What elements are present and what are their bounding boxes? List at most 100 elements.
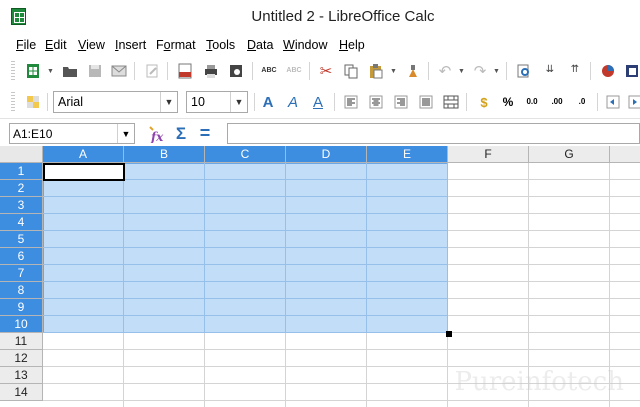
toolbar-grip[interactable] [11, 61, 15, 81]
export-pdf-icon[interactable] [175, 61, 195, 81]
align-right-icon[interactable] [391, 92, 411, 112]
add-decimal-icon[interactable]: .00 [547, 92, 567, 112]
font-size-combobox[interactable]: 10 ▼ [186, 91, 248, 113]
formula-equals-icon[interactable]: = [194, 123, 216, 143]
column-header-e[interactable]: E [367, 146, 448, 163]
font-name-value: Arial [58, 95, 84, 109]
toolbar-separator [590, 62, 591, 80]
svg-text:fx: fx [150, 130, 164, 143]
paste-icon[interactable] [366, 61, 386, 81]
paste-dropdown-icon[interactable]: ▼ [390, 68, 397, 75]
row-header-10[interactable]: 10 [0, 316, 43, 333]
row-header-8[interactable]: 8 [0, 282, 43, 299]
copy-icon[interactable] [341, 61, 361, 81]
justify-icon[interactable] [416, 92, 436, 112]
undo-icon[interactable]: ↶ [435, 61, 455, 81]
pivot-table-icon[interactable] [622, 61, 640, 81]
autospellcheck-icon[interactable]: ABC [284, 60, 304, 80]
chevron-down-icon[interactable]: ▼ [230, 92, 247, 112]
row-header-3[interactable]: 3 [0, 197, 43, 214]
align-center-icon[interactable] [366, 92, 386, 112]
column-header-h[interactable] [610, 146, 640, 163]
formula-input[interactable] [227, 123, 640, 144]
undo-dropdown-icon[interactable]: ▼ [458, 68, 465, 75]
decrease-indent-icon[interactable] [603, 92, 623, 112]
email-icon[interactable] [109, 61, 129, 81]
clone-formatting-icon[interactable] [403, 61, 423, 81]
chevron-down-icon[interactable]: ▼ [117, 124, 134, 143]
name-box-value: A1:E10 [13, 127, 53, 141]
toolbar-separator [309, 62, 310, 80]
menu-file[interactable]: File [16, 38, 36, 52]
menu-tools[interactable]: Tools [206, 38, 235, 52]
column-header-b[interactable]: B [124, 146, 205, 163]
column-header-f[interactable]: F [448, 146, 529, 163]
open-folder-icon[interactable] [60, 61, 80, 81]
cut-icon[interactable]: ✂ [316, 61, 336, 81]
select-all-corner[interactable] [0, 146, 43, 163]
function-wizard-icon[interactable]: fx [146, 124, 168, 143]
row-header-2[interactable]: 2 [0, 180, 43, 197]
font-name-combobox[interactable]: Arial ▼ [53, 91, 178, 113]
print-icon[interactable] [201, 61, 221, 81]
redo-dropdown-icon[interactable]: ▼ [493, 68, 500, 75]
bold-icon[interactable]: A [258, 92, 278, 112]
increase-indent-icon[interactable] [625, 92, 640, 112]
column-header-c[interactable]: C [205, 146, 286, 163]
menu-view[interactable]: View [78, 38, 105, 52]
standard-toolbar: ▼ ABC ABC ✂ ▼ ↶ ▼ ↷ ▼ ⇊ ⇈ [0, 56, 640, 86]
percent-format-icon[interactable]: % [498, 92, 518, 112]
save-icon[interactable] [85, 61, 105, 81]
sort-descending-icon[interactable]: ⇈ [565, 60, 585, 80]
print-preview-icon[interactable] [226, 61, 246, 81]
toolbar-separator [334, 93, 335, 111]
toolbar-separator [167, 62, 168, 80]
chevron-down-icon[interactable]: ▼ [160, 92, 177, 112]
row-header-7[interactable]: 7 [0, 265, 43, 282]
currency-format-icon[interactable]: $ [474, 92, 494, 112]
align-left-icon[interactable] [341, 92, 361, 112]
row-header-1[interactable]: 1 [0, 163, 43, 180]
insert-chart-icon[interactable] [598, 61, 618, 81]
toolbar-separator [254, 93, 255, 111]
menu-window[interactable]: Window [283, 38, 327, 52]
italic-icon[interactable]: A [283, 92, 303, 112]
merge-cells-icon[interactable] [441, 92, 461, 112]
autofill-handle[interactable] [446, 331, 452, 337]
new-document-icon[interactable] [23, 61, 43, 81]
menu-bar: File Edit View Insert Format Tools Data … [0, 34, 640, 56]
toolbar-grip[interactable] [11, 92, 15, 112]
row-header-5[interactable]: 5 [0, 231, 43, 248]
menu-insert[interactable]: Insert [115, 38, 146, 52]
new-dropdown-icon[interactable]: ▼ [47, 68, 54, 75]
menu-format[interactable]: Format [156, 38, 196, 52]
row-header-14[interactable]: 14 [0, 384, 43, 401]
selected-range-gridlines [43, 163, 448, 333]
row-header-6[interactable]: 6 [0, 248, 43, 265]
row-header-13[interactable]: 13 [0, 367, 43, 384]
underline-icon[interactable]: A [308, 92, 328, 112]
redo-icon[interactable]: ↷ [470, 61, 490, 81]
find-replace-icon[interactable] [514, 61, 534, 81]
name-box[interactable]: A1:E10 ▼ [9, 123, 135, 144]
row-header-12[interactable]: 12 [0, 350, 43, 367]
sum-icon[interactable]: Σ [170, 124, 192, 143]
spellcheck-icon[interactable]: ABC [259, 60, 279, 80]
styles-icon[interactable] [23, 92, 43, 112]
column-header-d[interactable]: D [286, 146, 367, 163]
edit-mode-icon[interactable] [142, 61, 162, 81]
row-header-11[interactable]: 11 [0, 333, 43, 350]
delete-decimal-icon[interactable]: .0 [572, 92, 592, 112]
column-header-a[interactable]: A [43, 146, 124, 163]
active-cell-a1[interactable] [43, 163, 125, 181]
menu-data[interactable]: Data [247, 38, 273, 52]
spreadsheet-grid: A B C D E F G 1 2 3 4 5 6 7 8 9 10 11 12… [0, 146, 640, 407]
number-format-icon[interactable]: 0.0 [522, 92, 542, 112]
row-header-9[interactable]: 9 [0, 299, 43, 316]
row-header-4[interactable]: 4 [0, 214, 43, 231]
menu-help[interactable]: Help [339, 38, 365, 52]
menu-edit[interactable]: Edit [45, 38, 67, 52]
title-bar: Untitled 2 - LibreOffice Calc [0, 0, 640, 34]
column-header-g[interactable]: G [529, 146, 610, 163]
sort-ascending-icon[interactable]: ⇊ [540, 60, 560, 80]
